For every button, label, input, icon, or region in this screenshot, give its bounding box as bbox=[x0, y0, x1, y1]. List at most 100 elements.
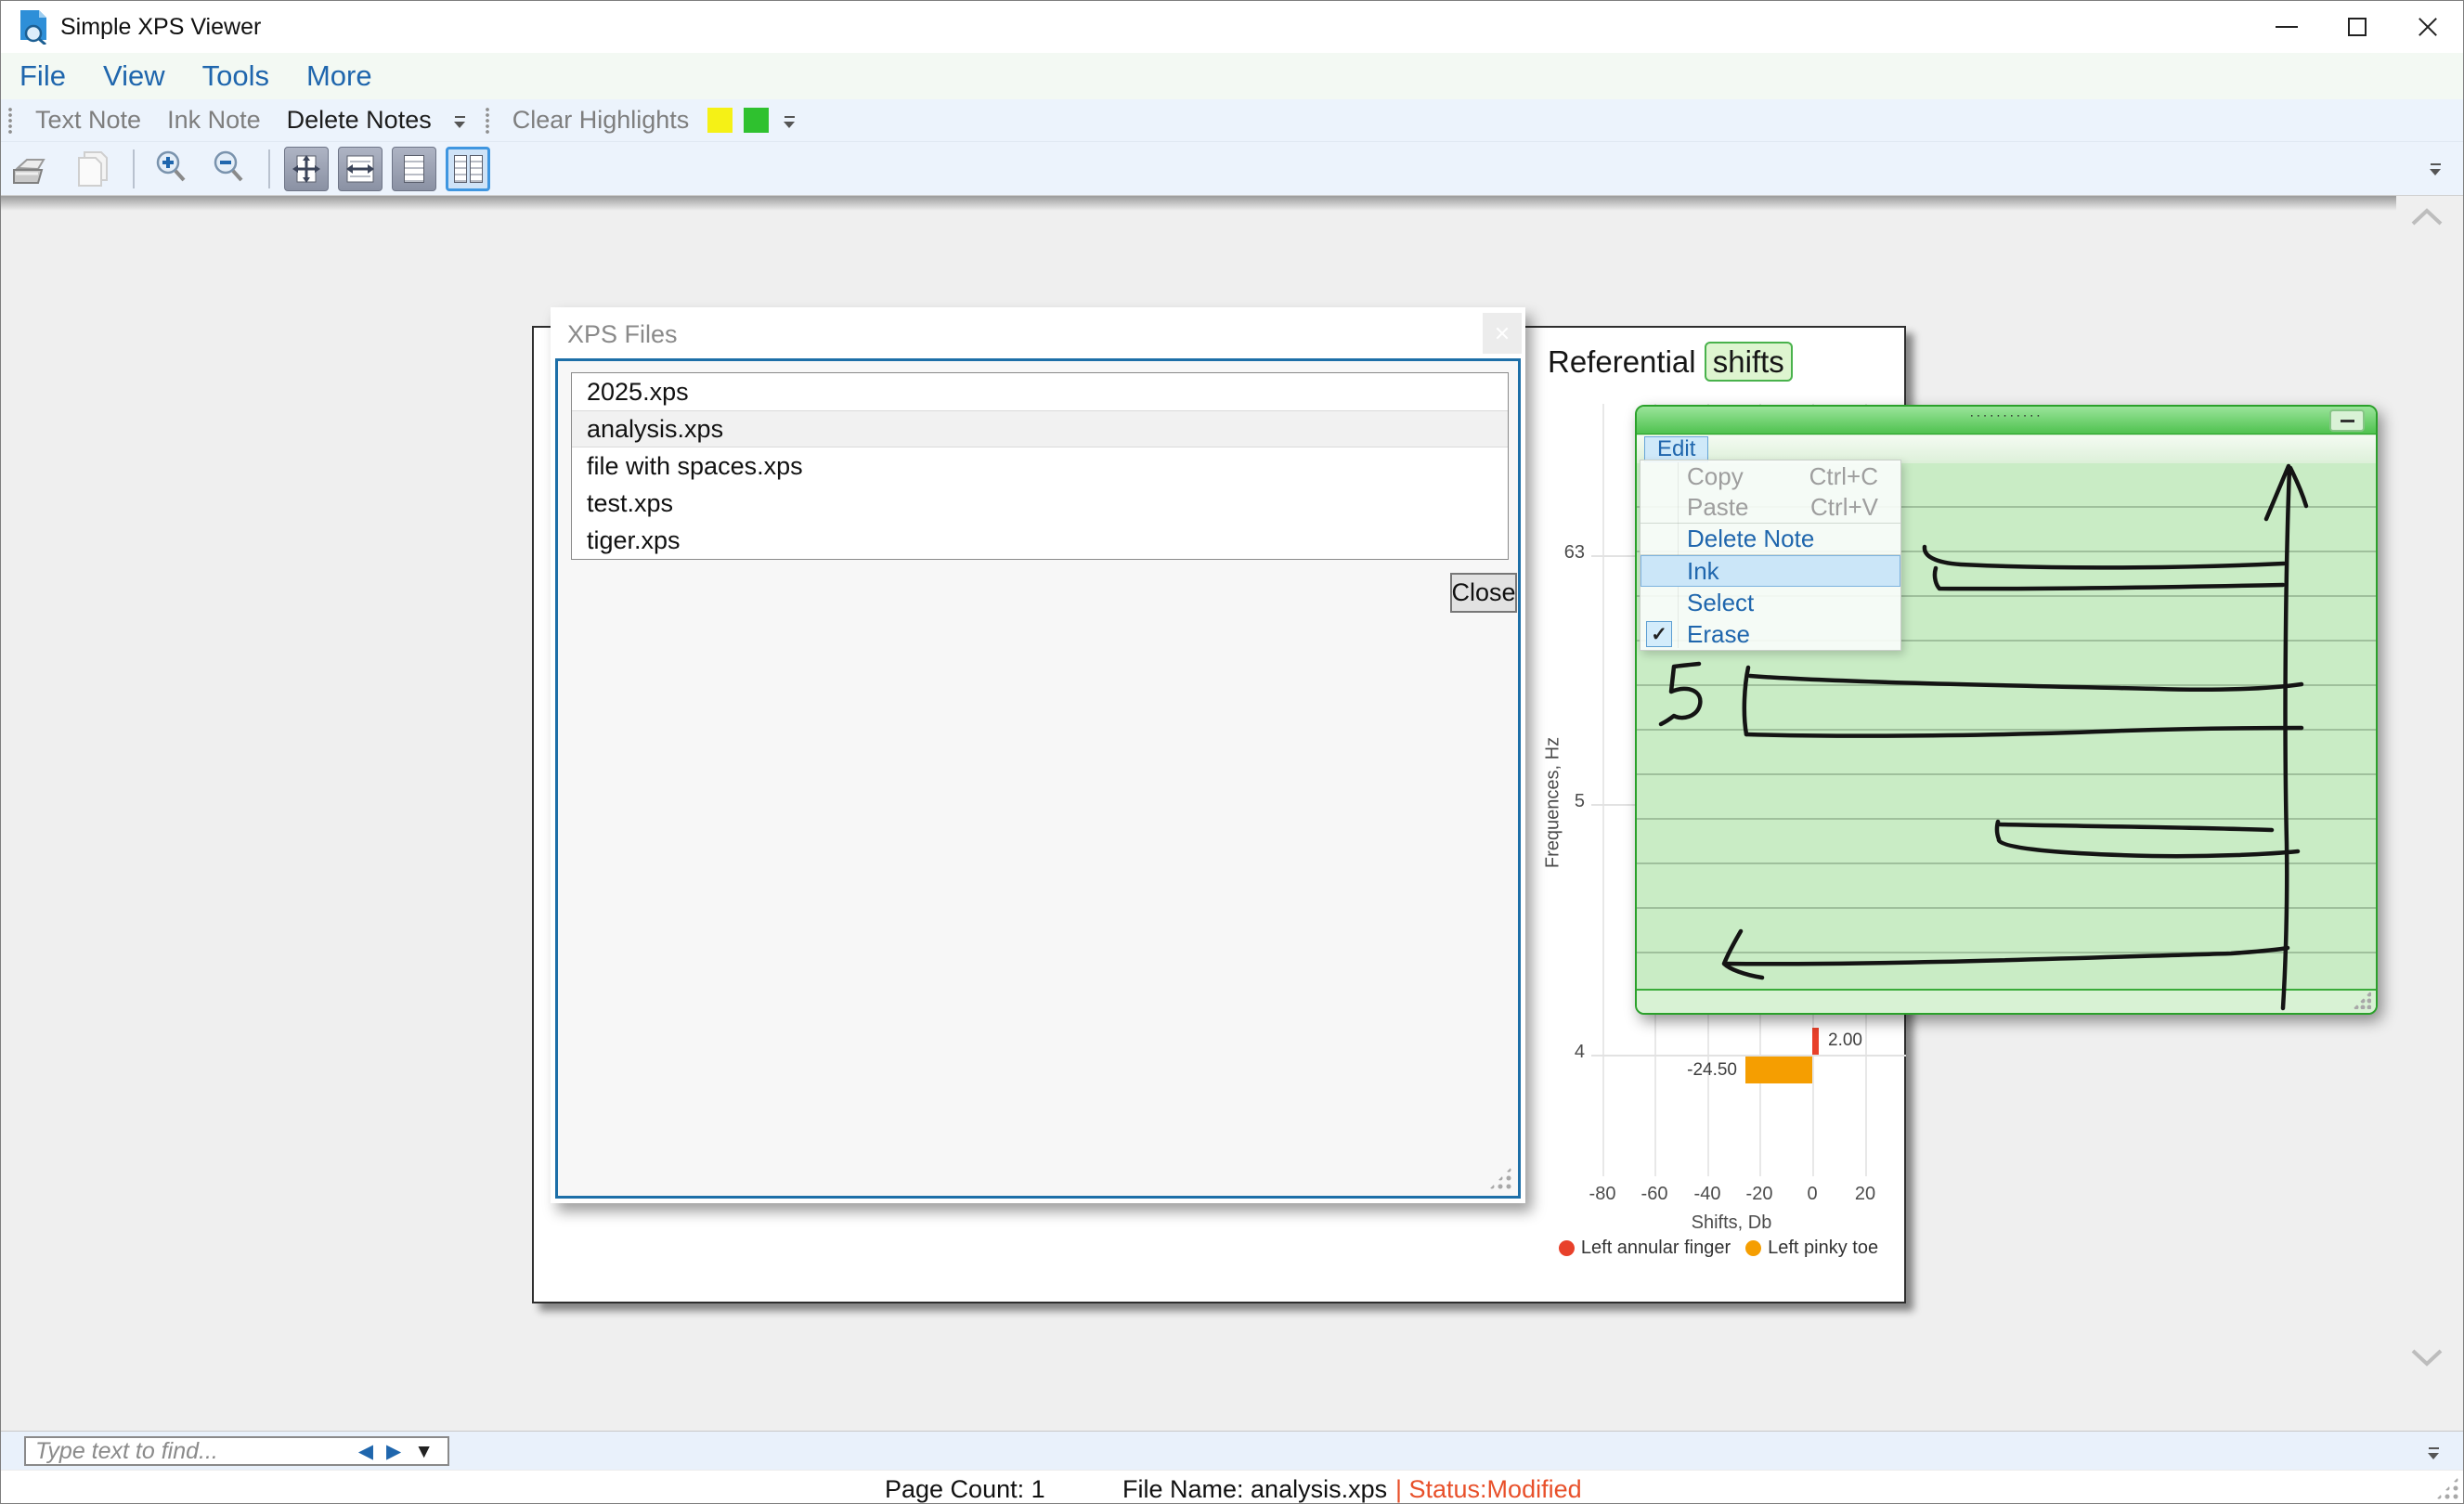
menu-item-label: Select bbox=[1687, 589, 1754, 617]
minimize-icon[interactable] bbox=[2251, 1, 2322, 53]
bar-left-annular-finger bbox=[1812, 1028, 1819, 1055]
legend-marker-icon bbox=[1745, 1240, 1761, 1256]
close-icon[interactable] bbox=[2393, 1, 2463, 53]
ink-note[interactable]: ∙∙∙∙∙∙∙∙∙∙∙ Edit bbox=[1635, 405, 2378, 1015]
heading-prefix: Referential bbox=[1548, 344, 1705, 379]
list-item[interactable]: file with spaces.xps bbox=[572, 447, 1508, 485]
menu-item-paste[interactable]: Paste Ctrl+V bbox=[1641, 492, 1900, 524]
menu-item-ink[interactable]: Ink bbox=[1641, 555, 1900, 587]
find-next-icon[interactable]: ▶ bbox=[386, 1442, 401, 1461]
green-highlight-swatch[interactable] bbox=[744, 108, 769, 133]
x-tick-label: -20 bbox=[1731, 1184, 1787, 1205]
legend-item: Left annular finger bbox=[1559, 1238, 1731, 1259]
one-page-icon[interactable] bbox=[392, 147, 436, 191]
note-edit-menu-button[interactable]: Edit bbox=[1644, 436, 1708, 462]
print-icon[interactable] bbox=[10, 149, 53, 188]
zoom-out-icon[interactable] bbox=[211, 149, 250, 188]
menu-item-label: Erase bbox=[1687, 620, 1750, 649]
window-title: Simple XPS Viewer bbox=[60, 1, 261, 53]
find-box: ◀ ▶ ▼ bbox=[24, 1436, 449, 1466]
copy-pages-icon[interactable] bbox=[71, 149, 114, 189]
yellow-highlight-swatch[interactable] bbox=[707, 108, 733, 133]
y-axis-title: Frequences, Hz bbox=[1543, 692, 1564, 914]
menu-item-delete-note[interactable]: Delete Note bbox=[1641, 524, 1900, 555]
legend-marker-icon bbox=[1559, 1240, 1575, 1256]
legend-item: Left pinky toe bbox=[1745, 1238, 1878, 1259]
note-drag-handle-icon[interactable]: ∙∙∙∙∙∙∙∙∙∙∙ bbox=[1637, 408, 2376, 423]
menu-file[interactable]: File bbox=[19, 59, 66, 93]
fit-page-icon[interactable] bbox=[284, 147, 329, 191]
menu-item-label: Delete Note bbox=[1687, 525, 1814, 553]
menu-item-shortcut: Ctrl+V bbox=[1810, 493, 1878, 522]
two-page-icon[interactable] bbox=[446, 147, 490, 191]
x-tick-label: 0 bbox=[1784, 1184, 1840, 1205]
status-bar: Page Count: 1 File Name: analysis.xps | … bbox=[1, 1470, 2463, 1504]
scroll-down-icon[interactable] bbox=[2406, 1345, 2448, 1369]
window-controls bbox=[2251, 1, 2463, 53]
list-item[interactable]: 2025.xps bbox=[572, 373, 1508, 410]
ink-note-button[interactable]: Ink Note bbox=[167, 106, 261, 135]
file-list: 2025.xps analysis.xps file with spaces.x… bbox=[571, 372, 1509, 560]
bar-value-label: 2.00 bbox=[1828, 1031, 1862, 1051]
y-tick-label: 4 bbox=[1531, 1042, 1585, 1063]
xps-files-dialog: XPS Files 2025.xps analysis.xps file wit… bbox=[551, 307, 1525, 1203]
x-tick-label: -80 bbox=[1575, 1184, 1630, 1205]
list-item[interactable]: tiger.xps bbox=[572, 522, 1508, 559]
highlights-overflow-icon[interactable] bbox=[784, 115, 797, 130]
find-options-icon[interactable]: ▼ bbox=[414, 1442, 434, 1461]
bar-value-label: -24.50 bbox=[1635, 1060, 1737, 1081]
dialog-close-icon[interactable] bbox=[1483, 313, 1522, 354]
window-resize-grip-icon[interactable] bbox=[2435, 1476, 2459, 1500]
menu-item-label: Copy bbox=[1687, 462, 1744, 491]
note-title-bar[interactable]: ∙∙∙∙∙∙∙∙∙∙∙ bbox=[1637, 407, 2376, 434]
view-overflow-icon[interactable] bbox=[2430, 162, 2443, 177]
page-count-label: Page Count: 1 bbox=[885, 1475, 1045, 1504]
checkbox-checked-icon[interactable]: ✓ bbox=[1646, 621, 1672, 647]
clear-highlights-button[interactable]: Clear Highlights bbox=[512, 106, 690, 135]
resize-grip-icon[interactable] bbox=[1488, 1166, 1512, 1190]
document-heading: Referential shifts bbox=[1548, 344, 1793, 380]
heading-highlighted-word: shifts bbox=[1705, 342, 1793, 382]
x-axis-title: Shifts, Db bbox=[1629, 1212, 1834, 1234]
toolbar-grip[interactable] bbox=[486, 107, 490, 135]
dialog-content: 2025.xps analysis.xps file with spaces.x… bbox=[555, 358, 1521, 1199]
x-tick-label: -60 bbox=[1627, 1184, 1682, 1205]
menu-more[interactable]: More bbox=[306, 59, 372, 93]
toolbar-separator bbox=[268, 149, 270, 188]
note-footer bbox=[1637, 989, 2376, 1013]
menu-bar: File View Tools More bbox=[1, 53, 2463, 99]
search-input[interactable] bbox=[33, 1437, 352, 1466]
list-item[interactable]: test.xps bbox=[572, 485, 1508, 522]
title-bar: Simple XPS Viewer bbox=[1, 1, 2463, 53]
document-area: Referential shifts 63 5 4 2.00 bbox=[1, 196, 2463, 1431]
legend-label: Left annular finger bbox=[1581, 1238, 1731, 1259]
notes-overflow-icon[interactable] bbox=[454, 115, 467, 130]
menu-item-label: Paste bbox=[1687, 493, 1749, 522]
menu-item-copy[interactable]: Copy Ctrl+C bbox=[1641, 460, 1900, 492]
delete-notes-button[interactable]: Delete Notes bbox=[287, 106, 432, 135]
menu-item-select[interactable]: Select bbox=[1641, 587, 1900, 618]
find-previous-icon[interactable]: ◀ bbox=[358, 1442, 373, 1461]
fit-width-icon[interactable] bbox=[338, 147, 383, 191]
app-icon bbox=[18, 9, 51, 45]
findbar-overflow-icon[interactable] bbox=[2428, 1446, 2441, 1461]
note-minimize-icon[interactable] bbox=[2329, 409, 2365, 432]
toolbar-grip[interactable] bbox=[8, 107, 13, 135]
x-tick-label: -40 bbox=[1679, 1184, 1735, 1205]
text-note-button[interactable]: Text Note bbox=[35, 106, 141, 135]
list-item-selected[interactable]: analysis.xps bbox=[572, 410, 1508, 447]
gridline bbox=[1602, 404, 1604, 1176]
menu-item-shortcut: Ctrl+C bbox=[1809, 462, 1878, 491]
scroll-up-icon[interactable] bbox=[2406, 205, 2448, 229]
view-toolbar bbox=[1, 142, 2463, 196]
note-edit-menu: Copy Ctrl+C Paste Ctrl+V Delete Note Ink… bbox=[1640, 460, 1901, 651]
menu-item-label: Ink bbox=[1687, 557, 1719, 586]
menu-tools[interactable]: Tools bbox=[202, 59, 269, 93]
dialog-title: XPS Files bbox=[567, 320, 678, 349]
note-resize-grip-icon[interactable] bbox=[2353, 991, 2371, 1009]
maximize-icon[interactable] bbox=[2322, 1, 2393, 53]
menu-view[interactable]: View bbox=[103, 59, 165, 93]
menu-item-erase[interactable]: ✓ Erase bbox=[1641, 618, 1900, 650]
zoom-in-icon[interactable] bbox=[153, 149, 192, 188]
close-button[interactable]: Close bbox=[1450, 573, 1517, 613]
